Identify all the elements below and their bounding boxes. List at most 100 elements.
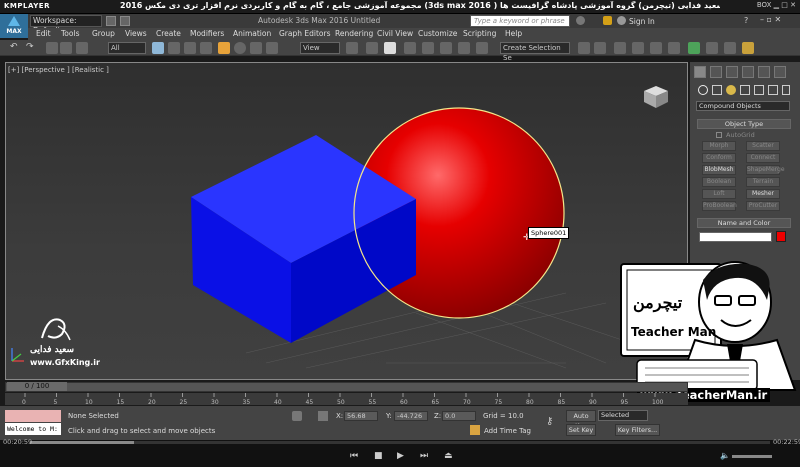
place-icon[interactable]	[266, 42, 278, 54]
loft-button[interactable]: Loft	[702, 189, 736, 199]
angle-snap-icon[interactable]	[422, 42, 434, 54]
application-button[interactable]: MAX	[0, 14, 28, 38]
schematic-view-icon[interactable]	[668, 42, 680, 54]
absolute-mode-icon[interactable]	[318, 411, 328, 421]
create-tab-icon[interactable]	[694, 66, 706, 78]
morph-button[interactable]: Morph	[702, 141, 736, 151]
keyboard-shortcut-override-icon[interactable]	[384, 42, 396, 54]
z-coordinate-field[interactable]: 0.0	[442, 411, 476, 421]
mesher-button[interactable]: Mesher	[746, 189, 780, 199]
geometry-icon[interactable]	[698, 85, 708, 95]
menu-scripting[interactable]: Scripting	[463, 29, 496, 38]
select-by-name-icon[interactable]	[168, 42, 180, 54]
unlink-icon[interactable]	[60, 42, 72, 54]
perspective-viewport[interactable]: ✛	[5, 62, 688, 380]
conform-button[interactable]: Conform	[702, 153, 736, 163]
procutter-button[interactable]: ProCutter	[746, 201, 780, 211]
mirror-icon[interactable]	[578, 42, 590, 54]
object-category-dropdown[interactable]: Compound Objects	[696, 101, 790, 111]
blobmesh-button[interactable]: BlobMesh	[702, 165, 736, 175]
menu-modifiers[interactable]: Modifiers	[190, 29, 224, 38]
spinner-snap-icon[interactable]	[458, 42, 470, 54]
layer-explorer-icon[interactable]	[614, 42, 626, 54]
menu-help[interactable]: Help	[505, 29, 522, 38]
search-input[interactable]: Type a keyword or phrase	[470, 15, 570, 27]
menu-group[interactable]: Group	[92, 29, 115, 38]
modify-tab-icon[interactable]	[710, 66, 722, 78]
app-window-controls[interactable]: – ▫ ✕	[760, 15, 781, 24]
track-bar[interactable]: 0 5 10 15 20 25 30 35 40 45 50 55 60 65 70 75 80 85 90 95 10…	[5, 393, 688, 406]
menu-graph-editors[interactable]: Graph Editors	[279, 29, 331, 38]
select-link-icon[interactable]	[46, 42, 58, 54]
reference-coordinate-dropdown[interactable]: View	[300, 42, 340, 54]
help-icon[interactable]: ?	[744, 16, 748, 25]
set-key-mode-icon[interactable]: ⚷	[546, 416, 553, 427]
volume-slider[interactable]	[732, 455, 772, 458]
maxscript-listener[interactable]	[5, 410, 61, 422]
redo-icon[interactable]: ↷	[26, 42, 38, 54]
edit-named-selection-icon[interactable]	[476, 42, 488, 54]
space-warps-icon[interactable]	[768, 85, 778, 95]
add-time-tag-button[interactable]: Add Time Tag	[484, 427, 531, 435]
object-color-swatch[interactable]	[776, 231, 786, 242]
new-scene-icon[interactable]	[106, 16, 116, 26]
material-editor-icon[interactable]	[688, 42, 700, 54]
named-selection-dropdown[interactable]: Create Selection Se	[500, 42, 570, 62]
set-key-button[interactable]: Set Key	[566, 424, 596, 436]
object-name-input[interactable]	[699, 232, 772, 242]
curve-editor-icon[interactable]	[650, 42, 662, 54]
helpers-icon[interactable]	[754, 85, 764, 95]
scatter-button[interactable]: Scatter	[746, 141, 780, 151]
cameras-icon[interactable]	[740, 85, 750, 95]
autogrid-checkbox[interactable]	[716, 132, 722, 138]
viewcube-icon[interactable]	[643, 85, 669, 109]
boolean-button[interactable]: Boolean	[702, 177, 736, 187]
menu-animation[interactable]: Animation	[233, 29, 271, 38]
player-window-controls[interactable]: BOX ▁ □ ✕	[757, 1, 796, 9]
subscription-icon[interactable]	[603, 16, 612, 25]
menu-create[interactable]: Create	[156, 29, 181, 38]
key-filters-button[interactable]: Key Filters...	[615, 424, 660, 436]
pivot-center-icon[interactable]	[346, 42, 358, 54]
key-set-dropdown[interactable]: Selected	[598, 410, 648, 421]
hierarchy-tab-icon[interactable]	[726, 66, 738, 78]
eject-icon[interactable]: ⏏	[444, 451, 453, 461]
menu-customize[interactable]: Customize	[418, 29, 457, 38]
window-crossing-icon[interactable]	[200, 42, 212, 54]
x-coordinate-field[interactable]: 56.68	[344, 411, 378, 421]
sign-in-button[interactable]: Sign In	[629, 17, 655, 26]
close-icon[interactable]: ✕	[790, 1, 796, 9]
select-rotate-icon[interactable]	[234, 42, 246, 54]
connect-button[interactable]: Connect	[746, 153, 780, 163]
minimize-icon[interactable]: ▁	[774, 1, 779, 9]
time-slider-thumb[interactable]: 0 / 100	[7, 382, 67, 391]
percent-snap-icon[interactable]	[440, 42, 452, 54]
viewport-label[interactable]: [+] [Perspective ] [Realistic ]	[8, 66, 109, 74]
next-icon[interactable]: ⏭	[420, 451, 428, 461]
name-and-color-rollout[interactable]: Name and Color	[697, 218, 791, 228]
object-type-rollout[interactable]: Object Type	[697, 119, 791, 129]
undo-icon[interactable]: ↶	[10, 42, 22, 54]
workspace-dropdown[interactable]: Workspace: Default	[30, 15, 102, 35]
select-move-icon[interactable]	[218, 42, 230, 54]
selection-lock-icon[interactable]	[292, 411, 302, 421]
player-seek-bar[interactable]	[30, 441, 770, 444]
systems-icon[interactable]	[782, 85, 790, 95]
menu-tools[interactable]: Tools	[61, 29, 79, 38]
maximize-icon[interactable]: □	[781, 1, 788, 9]
menu-views[interactable]: Views	[125, 29, 147, 38]
stop-icon[interactable]: ■	[374, 451, 383, 461]
align-icon[interactable]	[594, 42, 606, 54]
motion-tab-icon[interactable]	[742, 66, 754, 78]
y-coordinate-field[interactable]: -44.726	[394, 411, 428, 421]
open-file-icon[interactable]	[120, 16, 130, 26]
select-manipulate-icon[interactable]	[366, 42, 378, 54]
snaps-toggle-icon[interactable]	[404, 42, 416, 54]
display-tab-icon[interactable]	[758, 66, 770, 78]
time-tag-icon[interactable]	[470, 425, 480, 435]
render-production-icon[interactable]	[742, 42, 754, 54]
menu-edit[interactable]: Edit	[36, 29, 51, 38]
shapes-icon[interactable]	[712, 85, 722, 95]
render-setup-icon[interactable]	[706, 42, 718, 54]
binoculars-icon[interactable]	[576, 16, 585, 25]
